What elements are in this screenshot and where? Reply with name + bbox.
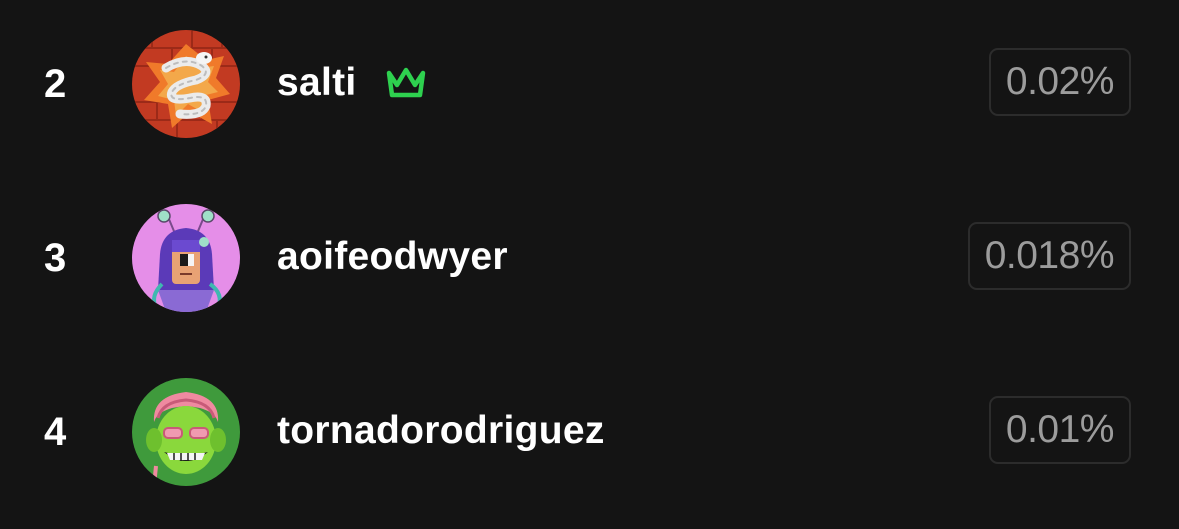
percentage-badge: 0.018% [967,222,1131,290]
rank-number: 2 [44,62,67,106]
user-avatar[interactable] [132,204,240,312]
leaderboard-list: 2 salti 0.02% 3 aoifeodwyer 0.018% 4 tor… [0,0,1179,529]
goblin-avatar-icon [132,378,240,486]
username[interactable]: salti [277,58,357,108]
username[interactable]: aoifeodwyer [277,232,508,282]
username[interactable]: tornadorodriguez [277,406,605,456]
rank-number: 4 [44,410,67,454]
character-avatar-icon [132,204,240,312]
user-avatar[interactable] [132,378,240,486]
snake-avatar-icon [132,30,240,138]
percentage-badge: 0.02% [988,48,1131,116]
rank-number: 3 [44,236,67,280]
percentage-badge: 0.01% [988,396,1131,464]
leaderboard-row[interactable]: 4 tornadorodriguez 0.01% [0,377,1179,487]
user-avatar[interactable] [132,30,240,138]
leaderboard-row[interactable]: 2 salti 0.02% [0,29,1179,139]
crown-icon [383,64,429,102]
leaderboard-row[interactable]: 3 aoifeodwyer 0.018% [0,203,1179,313]
